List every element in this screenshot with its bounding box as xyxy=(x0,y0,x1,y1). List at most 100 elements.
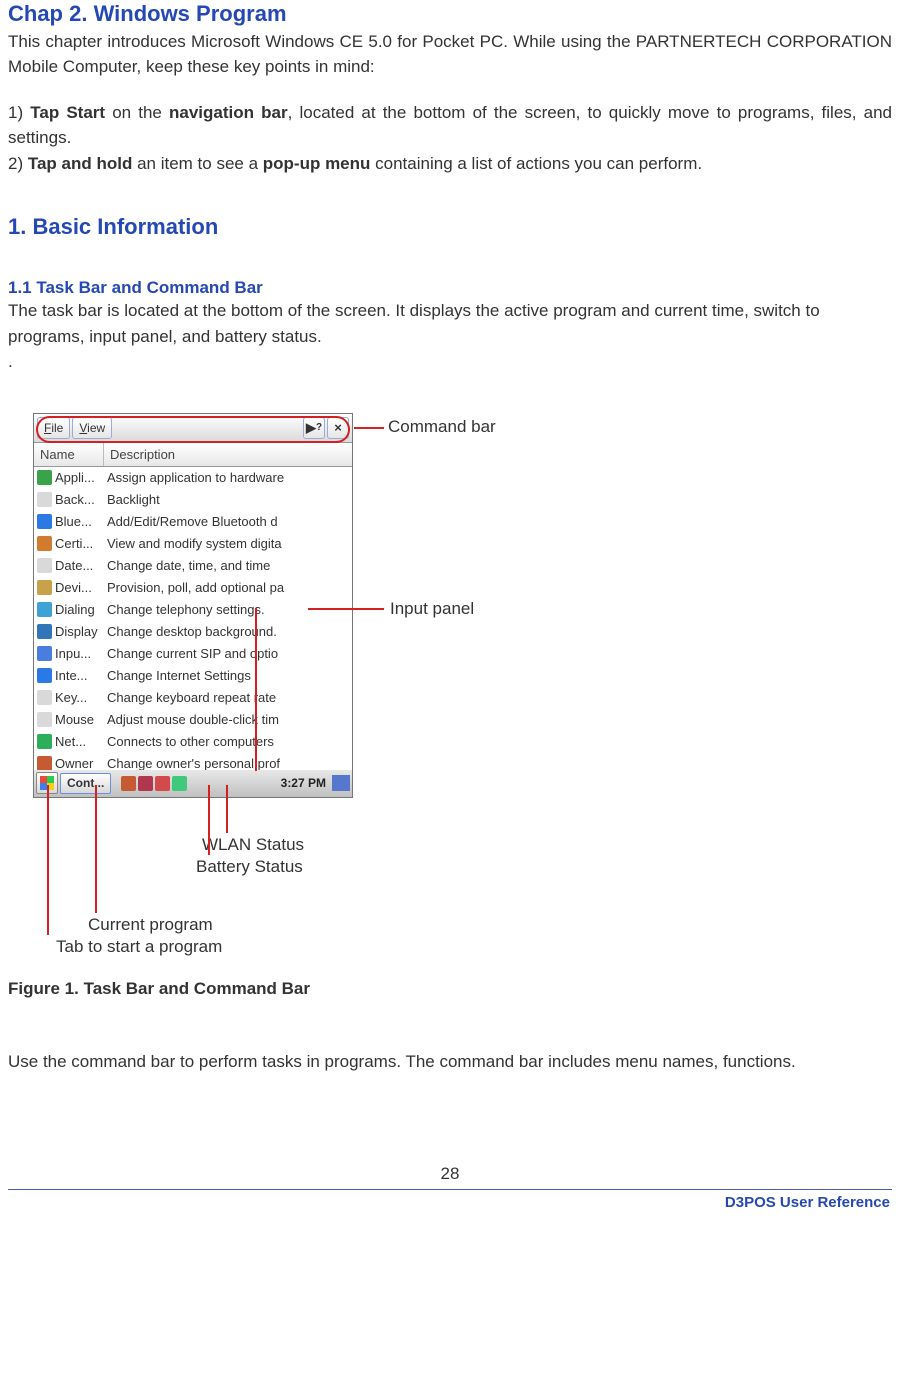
list-item[interactable]: Key... Change keyboard repeat rate xyxy=(34,687,352,709)
row-name: Key... xyxy=(34,690,104,705)
list-item[interactable]: Date... Change date, time, and time xyxy=(34,555,352,577)
header-desc[interactable]: Description xyxy=(104,443,352,466)
view-menu[interactable]: VViewiew xyxy=(72,417,112,439)
list-item-icon xyxy=(37,558,52,573)
intro-text: This chapter introduces Microsoft Window… xyxy=(8,29,892,80)
row-name: Appli... xyxy=(34,470,104,485)
subsection-text: The task bar is located at the bottom of… xyxy=(8,298,892,349)
row-name-text: Display xyxy=(55,624,98,639)
row-name: Back... xyxy=(34,492,104,507)
row-description: Change telephony settings. xyxy=(104,602,352,617)
label-tab-start: Tab to start a program xyxy=(56,937,222,957)
point-2: 2) Tap and hold an item to see a pop-up … xyxy=(8,151,892,177)
p2-prefix: 2) xyxy=(8,154,28,173)
list-item[interactable]: Net... Connects to other computers xyxy=(34,731,352,753)
section-title: 1. Basic Information xyxy=(8,214,892,240)
row-description: Change date, time, and time xyxy=(104,558,352,573)
list-header: Name Description xyxy=(34,443,352,467)
row-name: Blue... xyxy=(34,514,104,529)
p1-b1: Tap Start xyxy=(30,103,105,122)
row-name: Certi... xyxy=(34,536,104,551)
row-name-text: Inte... xyxy=(55,668,88,683)
row-name: Date... xyxy=(34,558,104,573)
current-program-button[interactable]: Cont... xyxy=(60,773,111,794)
list-item-icon xyxy=(37,602,52,617)
list-item[interactable]: Mouse Adjust mouse double-click tim xyxy=(34,709,352,731)
keyboard-icon[interactable] xyxy=(332,775,350,791)
row-description: Add/Edit/Remove Bluetooth d xyxy=(104,514,352,529)
leader-battery xyxy=(208,785,210,855)
list-item[interactable]: Certi... View and modify system digita xyxy=(34,533,352,555)
row-description: Backlight xyxy=(104,492,352,507)
list-item[interactable]: DialingChange telephony settings. xyxy=(34,599,352,621)
row-description: View and modify system digita xyxy=(104,536,352,551)
clock[interactable]: 3:27 PM xyxy=(281,776,326,790)
row-name: Inpu... xyxy=(34,646,104,661)
subsection-title: 1.1 Task Bar and Command Bar xyxy=(8,278,892,298)
label-command-bar: Command bar xyxy=(388,417,496,437)
p2-b2: pop-up menu xyxy=(263,154,371,173)
row-name-text: Net... xyxy=(55,734,86,749)
p1-m1: on the xyxy=(105,103,169,122)
command-bar: FFileile VViewiew ▶? × xyxy=(34,414,352,443)
list-item-icon xyxy=(37,712,52,727)
help-icon[interactable]: ▶? xyxy=(303,417,325,439)
dot: . xyxy=(8,349,892,375)
row-description: Change keyboard repeat rate xyxy=(104,690,352,705)
wlan-icon[interactable] xyxy=(172,776,187,791)
list-item-icon xyxy=(37,624,52,639)
tray-icon-1[interactable] xyxy=(121,776,136,791)
row-description: Change current SIP and optio xyxy=(104,646,352,661)
list-item-icon xyxy=(37,470,52,485)
list-item[interactable]: Blue... Add/Edit/Remove Bluetooth d xyxy=(34,511,352,533)
row-description: Connects to other computers xyxy=(104,734,352,749)
label-battery: Battery Status xyxy=(196,857,303,877)
battery-icon[interactable] xyxy=(155,776,170,791)
diagram-area: FFileile VViewiew ▶? × Name Description … xyxy=(8,413,892,1013)
list-item[interactable]: Back... Backlight xyxy=(34,489,352,511)
row-name-text: Key... xyxy=(55,690,87,705)
point-1: 1) Tap Start on the navigation bar, loca… xyxy=(8,100,892,151)
list-item-icon xyxy=(37,734,52,749)
list-item[interactable]: Display Change desktop background. xyxy=(34,621,352,643)
row-name-text: Appli... xyxy=(55,470,95,485)
row-name-text: Date... xyxy=(55,558,93,573)
row-name-text: Mouse xyxy=(55,712,94,727)
label-wlan: WLAN Status xyxy=(202,835,304,855)
row-name-text: Devi... xyxy=(55,580,92,595)
list-item-icon xyxy=(37,646,52,661)
label-current-program: Current program xyxy=(88,915,213,935)
list-item[interactable]: Appli... Assign application to hardware xyxy=(34,467,352,489)
close-icon[interactable]: × xyxy=(327,417,349,439)
list-item[interactable]: Devi...Provision, poll, add optional pa xyxy=(34,577,352,599)
row-name: Inte... xyxy=(34,668,104,683)
row-name: Devi... xyxy=(34,580,104,595)
list-item[interactable]: Inte... Change Internet Settings xyxy=(34,665,352,687)
label-input-panel: Input panel xyxy=(390,599,474,619)
p1-b2: navigation bar xyxy=(169,103,288,122)
row-description: Change desktop background. xyxy=(104,624,352,639)
book-icon[interactable] xyxy=(138,776,153,791)
leader-current-program xyxy=(95,785,97,913)
page-number: 28 xyxy=(8,1164,892,1184)
row-name-text: Blue... xyxy=(55,514,92,529)
list-item-icon xyxy=(37,492,52,507)
row-name-text: Back... xyxy=(55,492,95,507)
row-description: Change Internet Settings xyxy=(104,668,352,683)
leader-input-panel-v xyxy=(255,608,257,771)
list-item[interactable]: Inpu... Change current SIP and optio xyxy=(34,643,352,665)
list-item-icon xyxy=(37,514,52,529)
row-name-text: Certi... xyxy=(55,536,93,551)
row-description: Adjust mouse double-click tim xyxy=(104,712,352,727)
row-description: Assign application to hardware xyxy=(104,470,352,485)
figure-caption: Figure 1. Task Bar and Command Bar xyxy=(8,979,310,999)
p2-rest: containing a list of actions you can per… xyxy=(370,154,702,173)
row-name: Net... xyxy=(34,734,104,749)
header-name[interactable]: Name xyxy=(34,443,104,466)
file-menu[interactable]: FFileile xyxy=(37,417,70,439)
row-name: Mouse xyxy=(34,712,104,727)
row-name-text: Inpu... xyxy=(55,646,91,661)
p1-prefix: 1) xyxy=(8,103,30,122)
footer-reference: D3POS User Reference xyxy=(8,1190,892,1211)
leader-input-panel-h xyxy=(308,608,384,610)
